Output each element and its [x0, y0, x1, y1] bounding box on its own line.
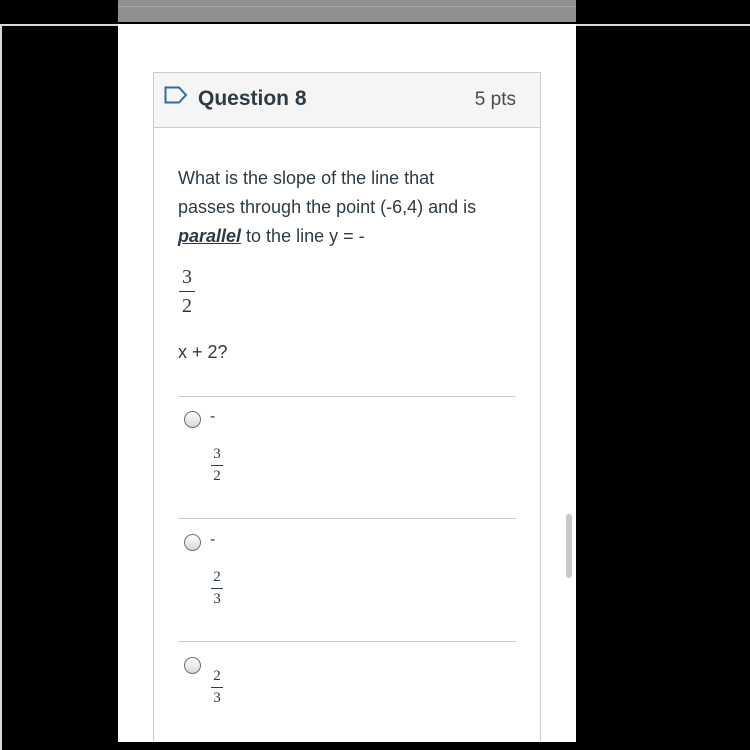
- fraction-denominator: 3: [213, 591, 221, 607]
- radio-button-icon[interactable]: [184, 411, 201, 428]
- question-header: Question 8 5 pts: [154, 73, 540, 128]
- answer-divider: [178, 518, 516, 519]
- radio-button-icon[interactable]: [184, 657, 201, 674]
- question-points: 5 pts: [474, 89, 516, 110]
- question-text-after-fraction: x + 2?: [178, 342, 228, 362]
- fraction-denominator: 2: [182, 295, 192, 317]
- answer-fraction: 3 2: [211, 446, 223, 485]
- answer-divider: [178, 396, 516, 397]
- flag-outline-icon[interactable]: [164, 86, 188, 104]
- question-text-rest: to the line y = -: [241, 226, 365, 246]
- emphasis-parallel: parallel: [178, 226, 242, 246]
- question-title: Question 8: [198, 87, 307, 110]
- question-text: What is the slope of the line that passe…: [178, 164, 508, 251]
- fraction-numerator: 2: [213, 569, 221, 585]
- answer-fraction: 2 3: [211, 569, 223, 608]
- fraction-bar: [211, 465, 223, 466]
- radio-button-icon[interactable]: [184, 534, 201, 551]
- question-text-line: parallel to the line y = -: [178, 222, 508, 251]
- question-text-line: passes through the point (-6,4) and is: [178, 197, 477, 217]
- top-browser-strip: [118, 0, 576, 22]
- answer-sign: -: [210, 408, 216, 425]
- fraction-bar: [179, 291, 195, 292]
- fraction-numerator: 2: [213, 668, 221, 684]
- fraction-numerator: 3: [182, 266, 192, 288]
- frame-border-left: [0, 24, 2, 750]
- fraction-bar: [211, 588, 223, 589]
- answer-fraction: 2 3: [211, 668, 223, 707]
- fraction-numerator: 3: [213, 446, 221, 462]
- page-scrollbar[interactable]: [566, 514, 572, 578]
- fraction-bar: [211, 687, 223, 688]
- equation-fraction: 3 2: [179, 266, 195, 317]
- fraction-denominator: 3: [213, 690, 221, 706]
- fraction-denominator: 2: [213, 468, 221, 484]
- question-text-line: What is the slope of the line that: [178, 168, 435, 188]
- answer-sign: -: [210, 531, 216, 548]
- answer-divider: [178, 641, 516, 642]
- quiz-page: Question 8 5 pts What is the slope of th…: [118, 24, 576, 742]
